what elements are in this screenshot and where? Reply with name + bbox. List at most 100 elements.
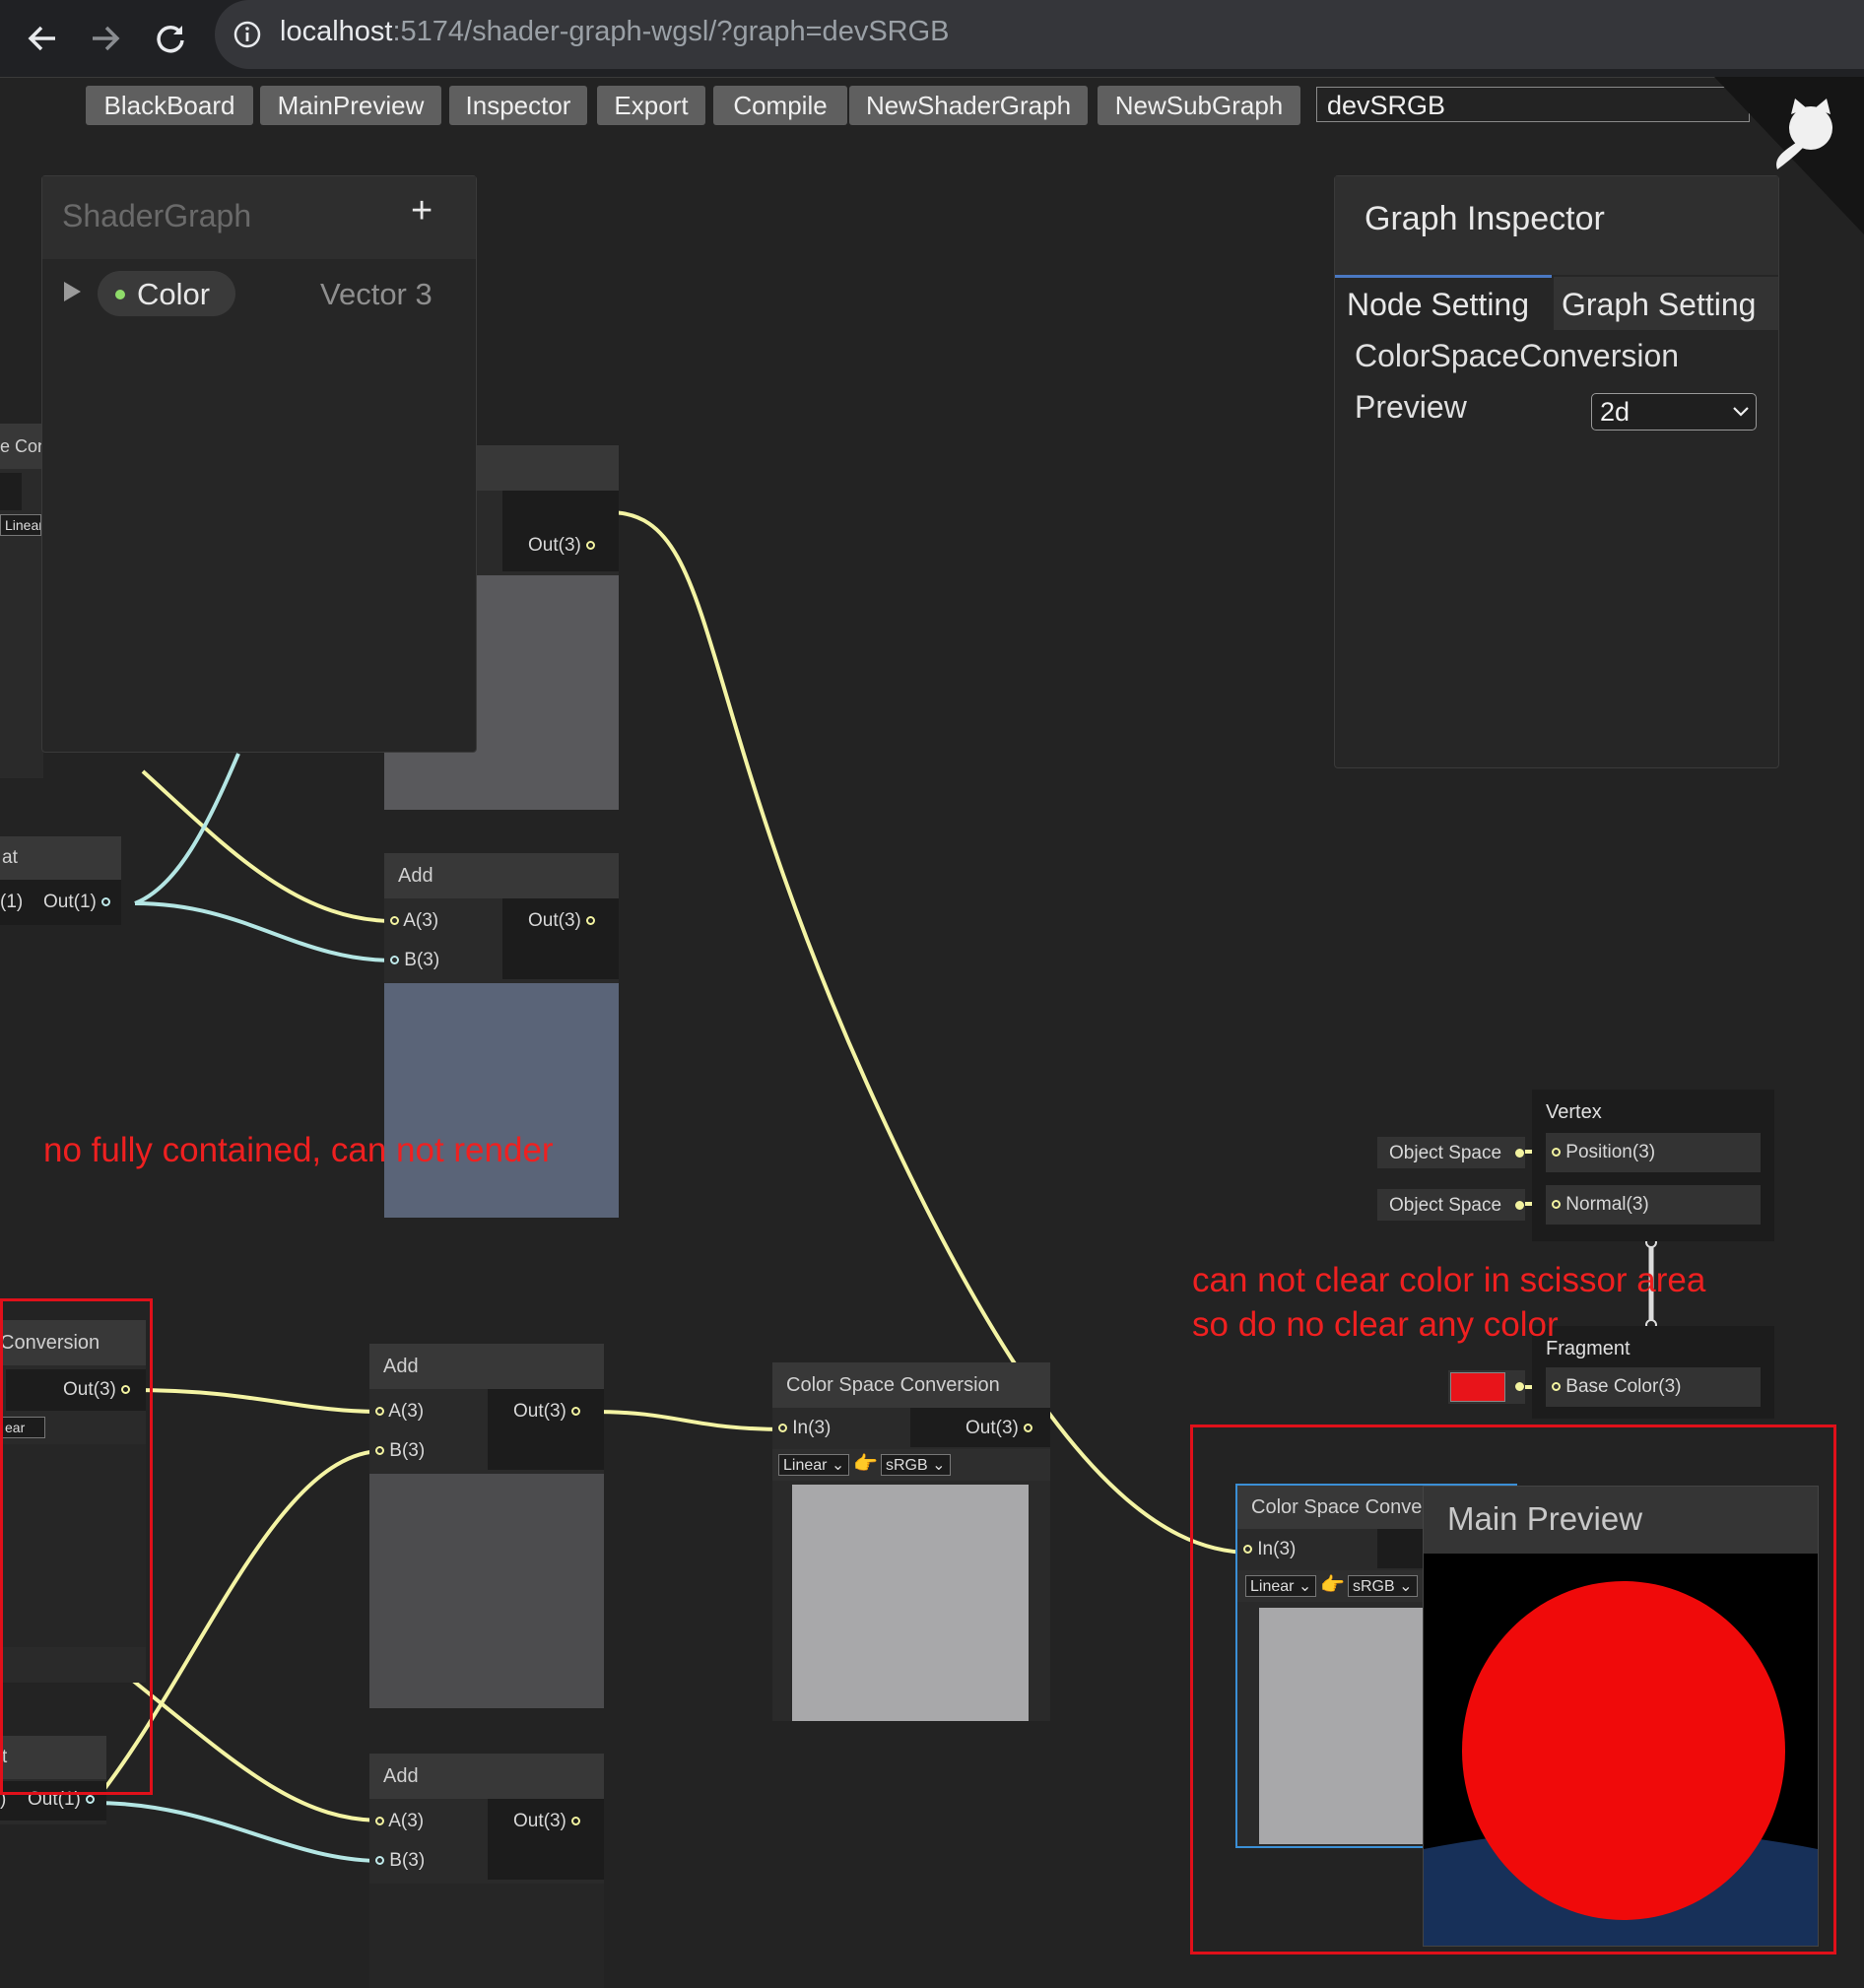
node-title: Add [384, 853, 619, 898]
input-port-label: Normal(3) [1565, 1194, 1649, 1215]
normal-port[interactable]: Normal(3) [1546, 1185, 1761, 1225]
port-dot-icon [1552, 1200, 1561, 1210]
input-port-b[interactable]: B(3) [375, 1850, 425, 1872]
node-input-area: A(3) B(3) [369, 1389, 488, 1470]
node-input-area: A(3) B(3) [369, 1799, 488, 1880]
expand-arrow-icon[interactable] [62, 281, 82, 307]
node-title: Add [369, 1344, 604, 1389]
output-port-label: Out(3) [965, 1418, 1019, 1438]
port-dot-icon [390, 956, 399, 965]
blackboard-title: ShaderGraph [62, 198, 252, 233]
base-color-port[interactable]: Base Color(3) [1546, 1367, 1761, 1407]
node-output-area: Out(3) [910, 1408, 1050, 1447]
position-port[interactable]: Position(3) [1546, 1133, 1761, 1172]
input-port-b[interactable]: B(3) [375, 1440, 425, 1462]
to-space-value: sRGB [886, 1457, 928, 1474]
edge-csc-to-add2-a [130, 1388, 383, 1414]
export-button[interactable]: Export [597, 86, 705, 125]
to-space-select[interactable]: sRGB ⌄ [881, 1454, 951, 1476]
node-title: Color Space Conversion [772, 1362, 1050, 1408]
input-port[interactable]: In(3) [778, 1418, 831, 1439]
input-port-label: A(3) [403, 910, 439, 931]
annotation-note: no fully contained, can not render [43, 1131, 554, 1169]
property-name: Color [137, 277, 211, 311]
new-shader-graph-button[interactable]: NewShaderGraph [849, 86, 1088, 125]
port-dot-icon [375, 1446, 384, 1456]
color-swatch[interactable] [1450, 1372, 1505, 1402]
input-port-label: Base Color(3) [1565, 1376, 1682, 1397]
input-port-label: In(3) [792, 1418, 832, 1438]
output-port-label: Out(3) [528, 910, 581, 931]
graph-name-input[interactable]: devSRGB [1316, 87, 1750, 122]
tab-graph-setting[interactable]: Graph Setting [1554, 277, 1778, 330]
highlight-box-left [0, 1298, 153, 1795]
node-preview [792, 1485, 1029, 1721]
input-port-label: A(3) [388, 1401, 425, 1422]
object-space-input-2[interactable]: Object Space [1377, 1189, 1525, 1221]
from-space-select[interactable]: Linear ⌄ [778, 1454, 850, 1476]
preview-label: Preview [1355, 389, 1467, 425]
tab-label: Graph Setting [1562, 287, 1757, 322]
node-title: at [0, 836, 121, 880]
node-title: Add [369, 1754, 604, 1799]
output-port[interactable]: Out(1) [43, 892, 111, 913]
edge-left-to-add1-a [141, 769, 395, 923]
input-port-a[interactable]: A(3) [390, 910, 438, 932]
add-property-button[interactable]: + [411, 190, 433, 232]
node-preview [369, 1884, 604, 1988]
output-port[interactable]: Out(3) [528, 910, 596, 932]
output-port[interactable]: Out(3) [513, 1811, 581, 1832]
input-port-b[interactable]: B(3) [390, 950, 439, 971]
output-port-label: Out(3) [513, 1811, 566, 1831]
node-preview [384, 983, 619, 1218]
preview-mode-value: 2d [1600, 397, 1631, 427]
port-dot-icon [1515, 1149, 1524, 1158]
add-node-3[interactable]: Add A(3) B(3) Out(3) [369, 1754, 604, 1988]
blackboard-button[interactable]: BlackBoard [86, 86, 253, 125]
blackboard-panel: ShaderGraph + Color Vector 3 [41, 175, 477, 753]
output-port[interactable]: Out(3) [528, 535, 596, 557]
tab-node-setting[interactable]: Node Setting [1335, 279, 1552, 330]
input-port-label: A(3) [388, 1811, 425, 1831]
property-dot-icon [115, 290, 125, 299]
port-dot-icon [1024, 1424, 1033, 1433]
graph-inspector-panel: Graph Inspector Node Setting Graph Setti… [1334, 175, 1779, 768]
property-pill[interactable]: Color [98, 271, 235, 316]
input-port-a[interactable]: A(3) [375, 1401, 424, 1423]
node-output-area: Out(3) [488, 1389, 604, 1470]
add-node-2[interactable]: Add A(3) B(3) Out(3) [369, 1344, 604, 1708]
output-port[interactable]: Out(3) [965, 1418, 1033, 1439]
base-color-input[interactable] [1448, 1370, 1525, 1404]
input-port-label: Position(3) [1565, 1142, 1656, 1162]
node-title: e Con [0, 424, 43, 469]
node-output-area: Out(3) [488, 1799, 604, 1880]
partial-float-node-top[interactable]: at (1) Out(1) [0, 836, 121, 925]
object-space-input-1[interactable]: Object Space [1377, 1137, 1525, 1168]
partial-csc-node-top[interactable]: e Con Linear [0, 424, 43, 778]
new-sub-graph-button[interactable]: NewSubGraph [1098, 86, 1300, 125]
output-port[interactable]: Out(3) [513, 1401, 581, 1423]
port-dot-icon [778, 1424, 787, 1433]
color-space-conversion-node[interactable]: Color Space Conversion In(3) Out(3) Line… [772, 1362, 1050, 1721]
port-dot-icon [390, 916, 399, 926]
port-dot-icon [101, 897, 111, 907]
property-type: Vector 3 [320, 277, 433, 311]
fragment-node[interactable]: Fragment Base Color(3) [1532, 1326, 1774, 1419]
inspector-button[interactable]: Inspector [449, 86, 587, 125]
color-space-dropdown[interactable]: Linear [0, 514, 41, 536]
inspector-node-name: ColorSpaceConversion [1355, 338, 1680, 373]
compile-button[interactable]: Compile [713, 86, 847, 125]
node-preview [369, 1474, 604, 1708]
edge-float-to-add3-b [93, 1801, 383, 1863]
conversion-controls: Linear ⌄ 👉 sRGB ⌄ [772, 1449, 1050, 1481]
main-preview-button[interactable]: MainPreview [260, 86, 441, 125]
input-port-a[interactable]: A(3) [375, 1811, 424, 1832]
vertex-node[interactable]: Vertex Position(3) Normal(3) [1532, 1090, 1774, 1241]
preview-mode-select[interactable]: 2d [1591, 393, 1757, 431]
port-dot-icon [1515, 1201, 1524, 1210]
chevron-down-icon [1733, 407, 1749, 417]
space-label: Object Space [1389, 1195, 1502, 1216]
port-dot-icon [1552, 1382, 1561, 1392]
edge-add2-to-csc-mid [591, 1410, 787, 1431]
port-dot-icon [375, 1856, 384, 1866]
